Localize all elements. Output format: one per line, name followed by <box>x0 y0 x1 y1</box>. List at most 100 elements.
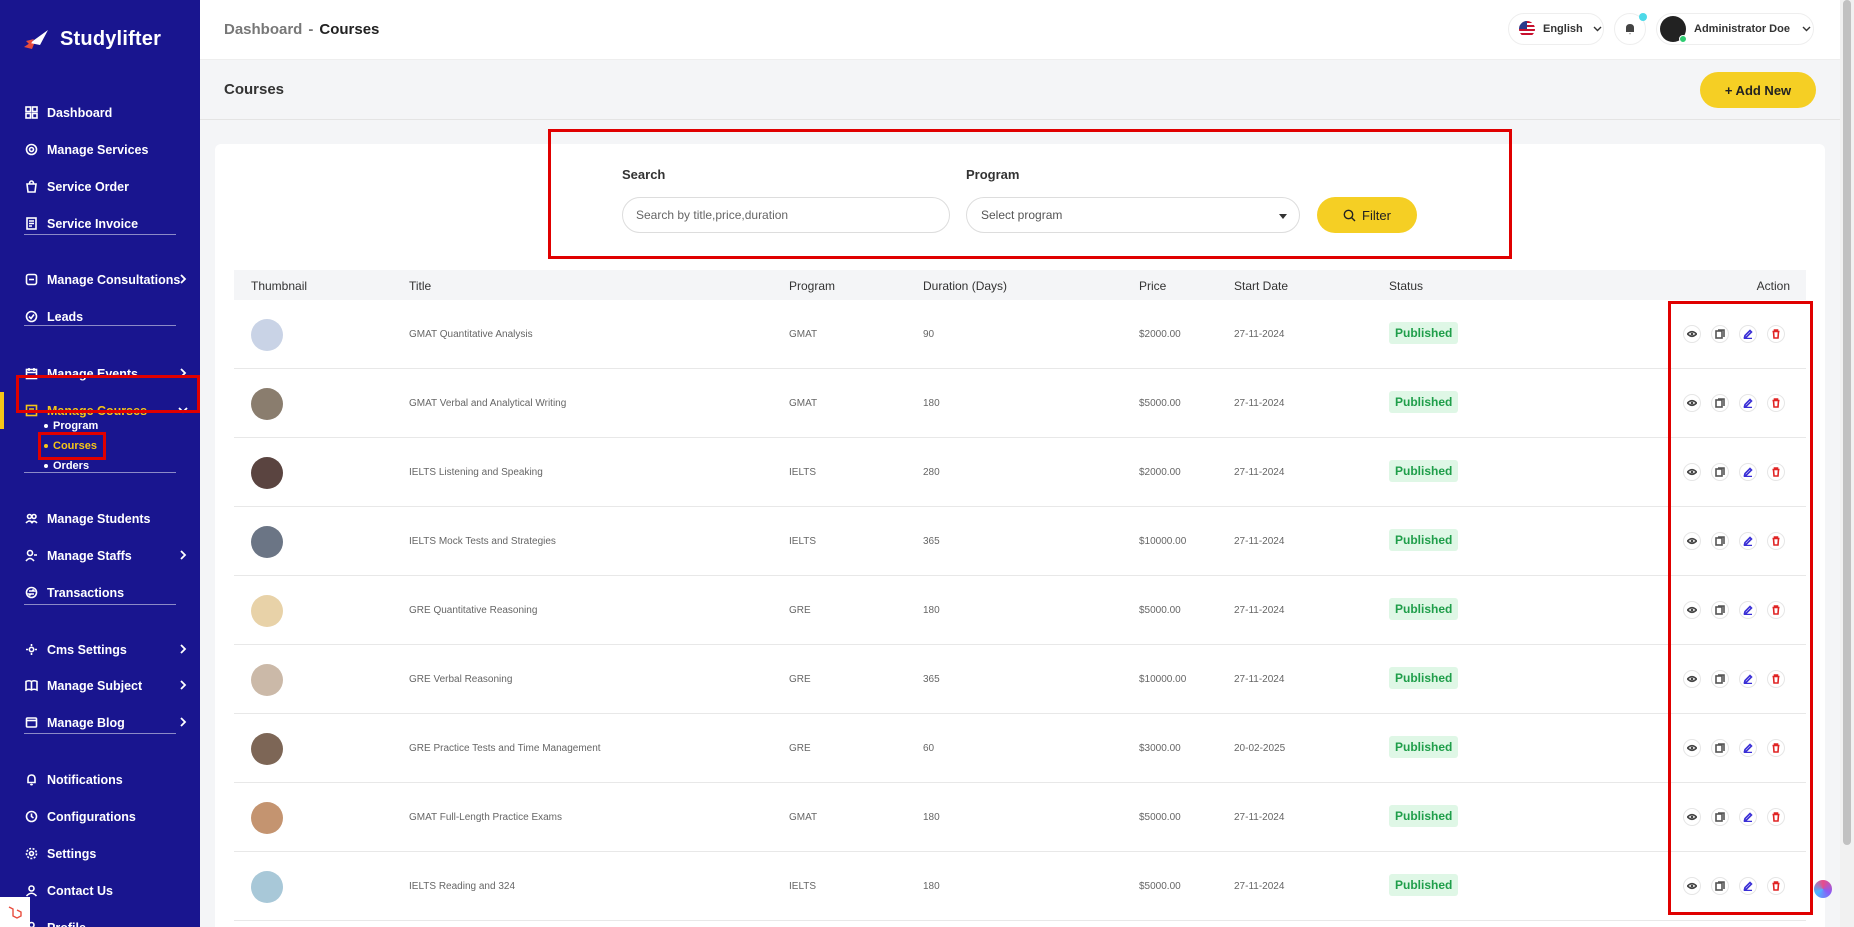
course-program: GMAT <box>789 812 818 823</box>
program-label: Program <box>966 167 1020 182</box>
profile-icon <box>24 921 38 927</box>
sidebar-item-label: Manage Consultations <box>47 272 181 287</box>
scrollbar-thumb[interactable] <box>1843 0 1851 845</box>
sidebar-item-label: Manage Blog <box>47 715 125 730</box>
course-thumbnail <box>251 733 283 765</box>
course-price: $5000.00 <box>1139 881 1181 892</box>
sidebar-item-manage-subject[interactable]: Manage Subject <box>0 667 200 704</box>
bullet-icon <box>44 424 48 428</box>
header-start-date: Start Date <box>1234 279 1289 293</box>
filter-button[interactable]: Filter <box>1317 197 1417 233</box>
sidebar-item-label: Configurations <box>47 809 136 824</box>
course-price: $5000.00 <box>1139 398 1181 409</box>
brand-logo[interactable]: Studylifter <box>0 0 200 60</box>
language-selector[interactable]: English <box>1508 13 1604 45</box>
course-duration: 180 <box>923 605 940 616</box>
course-start-date: 27-11-2024 <box>1234 881 1285 892</box>
chevron-down-icon <box>1802 26 1811 32</box>
contact-icon <box>24 884 38 898</box>
course-price: $2000.00 <box>1139 329 1181 340</box>
course-start-date: 27-11-2024 <box>1234 605 1285 616</box>
status-badge: Published <box>1389 598 1459 620</box>
top-bar: Dashboard - Courses English Administrator … <box>200 0 1840 60</box>
status-badge: Published <box>1389 874 1459 896</box>
blog-icon <box>24 716 38 730</box>
course-program: GRE <box>789 743 811 754</box>
sidebar-item-manage-students[interactable]: Manage Students <box>0 500 200 537</box>
sidebar: Studylifter Dashboard Manage Services Serv… <box>0 0 200 927</box>
sidebar-item-label: Manage Subject <box>47 678 143 693</box>
course-duration: 280 <box>923 467 940 478</box>
notifications-button[interactable] <box>1614 13 1647 45</box>
course-thumbnail <box>251 595 283 627</box>
course-title: IELTS Mock Tests and Strategies <box>409 536 556 547</box>
manage-courses-highlight <box>16 375 200 413</box>
course-start-date: 27-11-2024 <box>1234 812 1285 823</box>
assistant-icon[interactable] <box>1814 880 1832 898</box>
leads-icon <box>24 310 38 324</box>
consultation-icon <box>24 273 38 287</box>
sidebar-item-manage-staffs[interactable]: Manage Staffs <box>0 537 200 574</box>
sidebar-item-profile[interactable]: Profile <box>0 909 200 927</box>
course-price: $10000.00 <box>1139 536 1187 547</box>
language-label: English <box>1543 23 1583 35</box>
sidebar-item-manage-consultations[interactable]: Manage Consultations <box>0 261 200 298</box>
sidebar-item-dashboard[interactable]: Dashboard <box>0 94 200 131</box>
search-label: Search <box>622 167 666 182</box>
online-indicator <box>1679 35 1687 43</box>
sidebar-item-leads[interactable]: Leads <box>0 298 200 335</box>
course-thumbnail <box>251 526 283 558</box>
sidebar-item-configurations[interactable]: Configurations <box>0 798 200 835</box>
sidebar-item-notifications[interactable]: Notifications <box>0 761 200 798</box>
table-row: GMAT Full-Length Practice Exams GMAT 180 $5… <box>234 783 1806 852</box>
sidebar-item-settings[interactable]: Settings <box>0 835 200 872</box>
transactions-icon <box>24 586 38 600</box>
sidebar-item-transactions[interactable]: Transactions <box>0 574 200 611</box>
sidebar-item-cms-settings[interactable]: Cms Settings <box>0 631 200 668</box>
bell-icon <box>1626 24 1634 35</box>
course-title: GMAT Verbal and Analytical Writing <box>409 398 567 409</box>
sidebar-item-label: Service Order <box>47 179 129 194</box>
search-icon <box>1343 209 1356 221</box>
page-header: Courses + Add New <box>200 60 1840 120</box>
breadcrumb-dashboard[interactable]: Dashboard <box>224 21 302 38</box>
sidebar-item-label: Manage Students <box>47 511 151 526</box>
course-start-date: 27-11-2024 <box>1234 398 1285 409</box>
sidebar-item-service-invoice[interactable]: Service Invoice <box>0 205 200 242</box>
header-action: Action <box>1756 279 1790 293</box>
sidebar-item-label: Leads <box>47 309 84 324</box>
user-name: Administrator Doe <box>1694 23 1790 35</box>
status-badge: Published <box>1389 529 1459 551</box>
course-program: IELTS <box>789 881 817 892</box>
students-icon <box>24 512 38 526</box>
sidebar-divider <box>24 325 176 326</box>
course-thumbnail <box>251 319 283 351</box>
submenu-item-label: Program <box>53 420 99 432</box>
sidebar-item-label: Contact Us <box>47 883 113 898</box>
user-menu[interactable]: Administrator Doe <box>1656 13 1814 45</box>
bullet-icon <box>44 464 48 468</box>
sidebar-item-service-order[interactable]: Service Order <box>0 168 200 205</box>
course-program: GRE <box>789 674 811 685</box>
chevron-right-icon <box>178 716 188 728</box>
program-select[interactable]: Select program <box>966 197 1300 233</box>
search-input[interactable] <box>622 197 950 233</box>
courses-submenu-highlight <box>38 432 106 460</box>
course-start-date: 20-02-2025 <box>1234 743 1286 754</box>
sidebar-item-manage-blog[interactable]: Manage Blog <box>0 704 200 741</box>
course-start-date: 27-11-2024 <box>1234 467 1285 478</box>
table-header: Thumbnail Title Program Duration (Days) … <box>234 270 1806 300</box>
status-badge: Published <box>1389 322 1459 344</box>
course-price: $5000.00 <box>1139 812 1181 823</box>
course-price: $10000.00 <box>1139 674 1187 685</box>
header-price: Price <box>1139 279 1167 293</box>
sidebar-divider <box>24 733 176 734</box>
chevron-right-icon <box>178 643 188 655</box>
sidebar-item-manage-services[interactable]: Manage Services <box>0 131 200 168</box>
table-row: GRE Verbal Reasoning GRE 365 $10000.00 27-11… <box>234 645 1806 714</box>
course-duration: 60 <box>923 743 935 754</box>
sidebar-item-contact-us[interactable]: Contact Us <box>0 872 200 909</box>
add-new-button[interactable]: + Add New <box>1700 72 1816 108</box>
table-row: IELTS Listening and Speaking IELTS 280 $200… <box>234 438 1806 507</box>
grid-icon <box>24 106 38 120</box>
